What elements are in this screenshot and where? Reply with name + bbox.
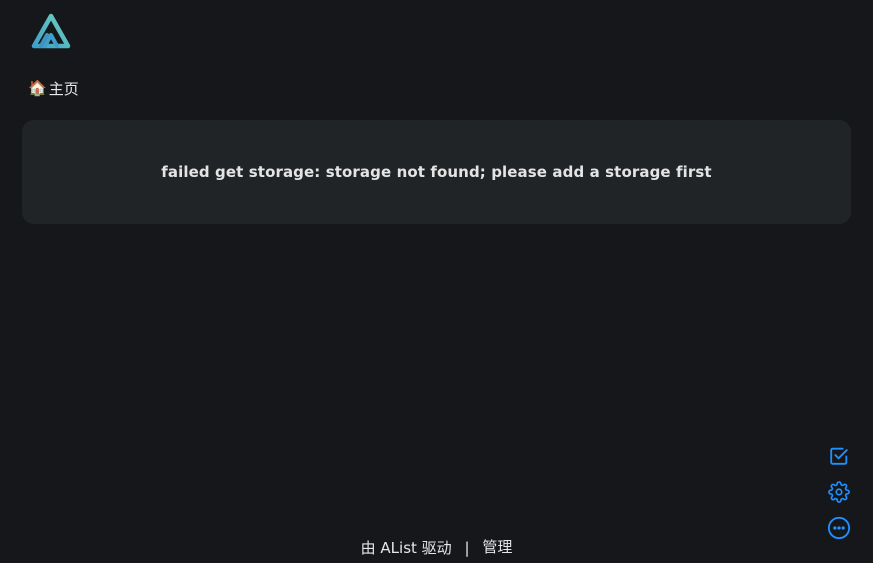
error-card: failed get storage: storage not found; p… <box>22 120 851 224</box>
footer-separator: | <box>464 538 470 557</box>
floating-toolbar <box>827 444 851 540</box>
checkbox-icon <box>830 447 848 465</box>
gear-icon <box>828 481 850 503</box>
error-message: failed get storage: storage not found; p… <box>161 163 712 181</box>
breadcrumb[interactable]: 🏠 主页 <box>28 78 79 99</box>
manage-link[interactable]: 管理 <box>482 538 512 556</box>
footer: 由 AList 驱动 | 管理 <box>0 536 873 558</box>
page: 🏠 主页 failed get storage: storage not fou… <box>0 0 873 563</box>
breadcrumb-home-label[interactable]: 主页 <box>49 78 79 99</box>
settings-button[interactable] <box>827 480 851 504</box>
logo[interactable] <box>30 12 74 50</box>
powered-by-text: 由 AList 驱动 <box>360 539 452 557</box>
alist-logo-icon <box>31 13 71 49</box>
home-icon: 🏠 <box>28 79 47 97</box>
select-toggle-button[interactable] <box>827 444 851 468</box>
